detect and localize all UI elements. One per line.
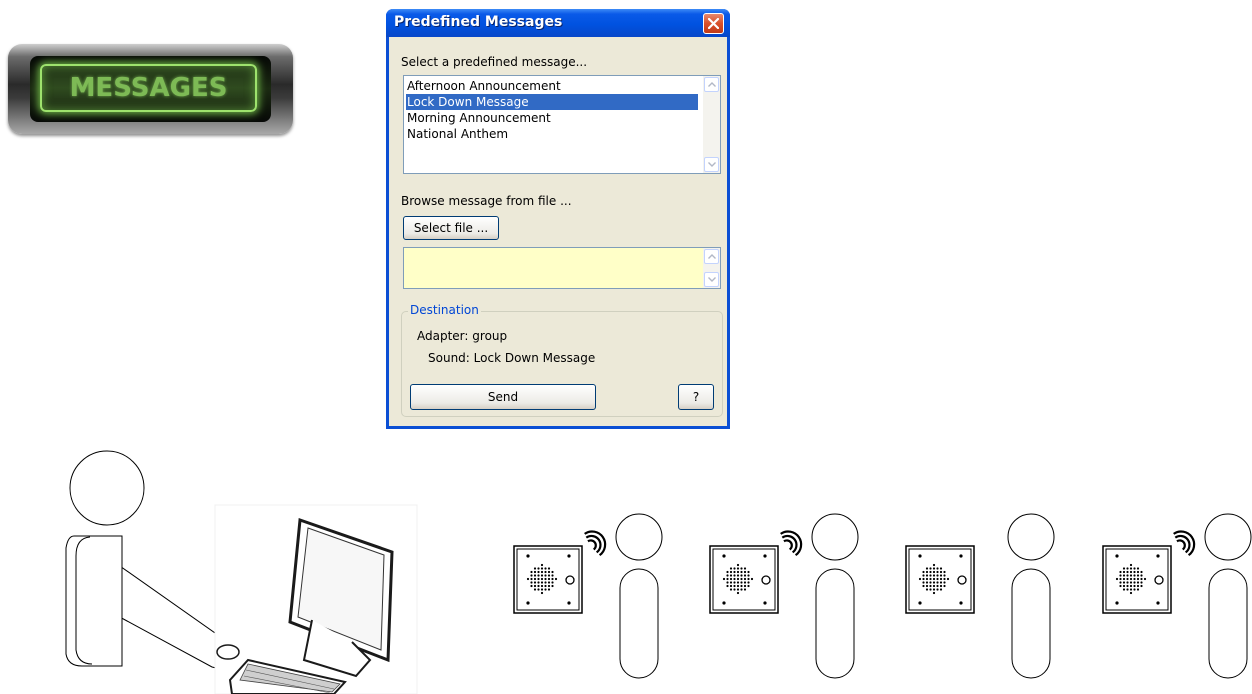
computer-icon bbox=[214, 504, 418, 694]
speaker-unit bbox=[1102, 530, 1196, 614]
sound-waves-icon bbox=[584, 530, 607, 557]
paging-illustration bbox=[65, 450, 1252, 694]
listener-person-icon bbox=[615, 513, 663, 679]
listener-person-icon bbox=[1204, 513, 1252, 679]
sound-waves-icon bbox=[1173, 530, 1196, 557]
speaker-unit bbox=[905, 545, 975, 614]
sound-waves-icon bbox=[780, 530, 803, 557]
listener-person-icon bbox=[1007, 513, 1055, 679]
speaker-unit bbox=[513, 530, 607, 614]
listener-person-icon bbox=[811, 513, 859, 679]
speaker-unit bbox=[709, 530, 803, 614]
